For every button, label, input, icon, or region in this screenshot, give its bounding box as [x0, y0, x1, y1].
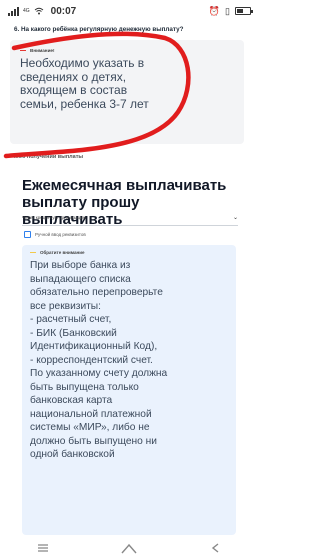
- status-right: ⏰ ▯: [208, 5, 253, 17]
- warning-label: Внимание!: [30, 48, 55, 53]
- home-icon: [121, 543, 138, 553]
- warning-header: Внимание!: [20, 48, 234, 53]
- status-left: 4G 00:07: [8, 6, 76, 17]
- question-title: 6. На какого ребёнка регулярную денежную…: [14, 26, 184, 33]
- vibrate-icon: ▯: [225, 5, 230, 16]
- clock: 00:07: [50, 5, 77, 17]
- manual-input-checkbox-row[interactable]: Ручной ввод реквизитов: [24, 231, 86, 238]
- menu-nav-button[interactable]: [28, 538, 58, 558]
- manual-input-checkbox[interactable]: [24, 231, 31, 238]
- warning-text: Необходимо указать в сведениях о детях, …: [20, 56, 149, 111]
- system-nav-bar: [0, 535, 259, 560]
- section-label: ...об получении выплаты: [14, 154, 84, 160]
- menu-icon: [38, 543, 49, 552]
- info-header: Обратите внимание: [30, 250, 228, 255]
- manual-input-label: Ручной ввод реквизитов: [35, 232, 86, 237]
- info-paragraph: - расчетный счет,: [30, 314, 112, 325]
- battery-icon: [235, 7, 253, 15]
- home-nav-button[interactable]: [114, 538, 144, 558]
- info-paragraph: По указанному счету должна быть выпущена…: [30, 368, 168, 460]
- info-label: Обратите внимание: [40, 250, 85, 255]
- network-type-label: 4G: [23, 7, 30, 14]
- back-icon: [211, 542, 219, 553]
- info-card: Обратите внимание При выборе банка из вы…: [22, 245, 236, 535]
- warning-card: Внимание! Необходимо указать в сведениях…: [10, 40, 244, 144]
- payment-method-select[interactable]: Через кредитную организацию ⌄: [22, 210, 238, 226]
- info-paragraph: - БИК (Банковский Идентификационный Код)…: [30, 327, 158, 353]
- wifi-icon: [34, 7, 44, 15]
- info-accent-icon: [30, 251, 36, 254]
- signal-icon: [8, 6, 19, 16]
- warning-accent-icon: [20, 49, 26, 52]
- status-bar: 4G 00:07 ⏰ ▯: [0, 0, 259, 22]
- info-paragraph: При выборе банка из выпадающего списка о…: [30, 260, 163, 312]
- back-nav-button[interactable]: [201, 538, 231, 558]
- payment-method-value: Через кредитную организацию: [22, 215, 87, 220]
- info-paragraph: - корреспондентский счет.: [30, 354, 153, 366]
- alarm-icon: ⏰: [208, 5, 221, 16]
- chevron-down-icon: ⌄: [232, 215, 238, 221]
- info-text: При выборе банка из выпадающего списка о…: [30, 259, 180, 462]
